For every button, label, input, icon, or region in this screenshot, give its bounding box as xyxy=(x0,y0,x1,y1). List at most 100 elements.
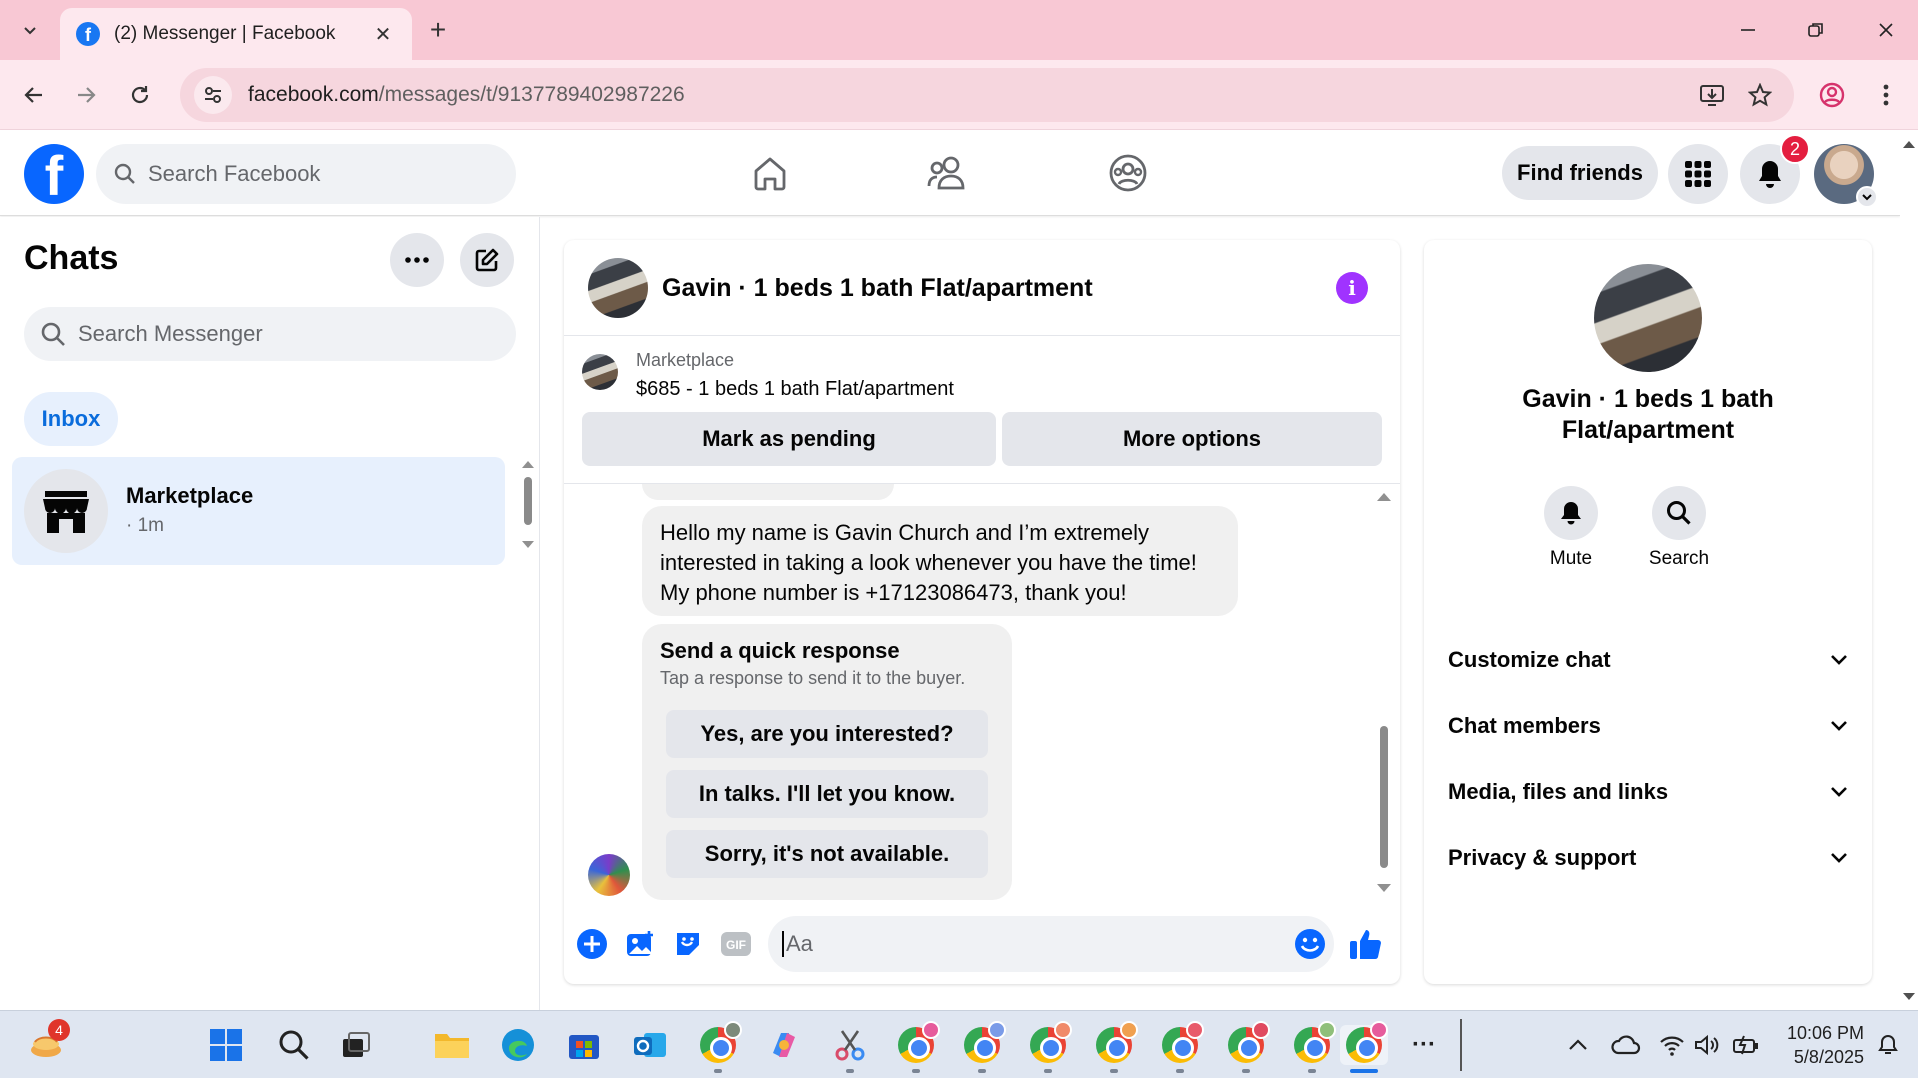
media-files-links-section[interactable]: Media, files and links xyxy=(1448,764,1848,820)
chrome-icon xyxy=(898,1021,940,1063)
inbox-filter-tab[interactable]: Inbox xyxy=(24,392,118,446)
quick-response-option[interactable]: Sorry, it's not available. xyxy=(666,830,988,878)
chrome-window-button[interactable] xyxy=(1094,1021,1138,1065)
chrome-window-button-active[interactable] xyxy=(1340,1021,1388,1065)
marketplace-avatar xyxy=(24,469,108,553)
sticker-button[interactable] xyxy=(670,926,706,962)
browser-tab-strip: f (2) Messenger | Facebook ✕ + xyxy=(0,0,1918,60)
sender-avatar[interactable] xyxy=(588,854,630,896)
copilot-button[interactable] xyxy=(764,1025,804,1065)
edge-button[interactable] xyxy=(498,1025,538,1065)
new-tab-button[interactable]: + xyxy=(420,12,456,48)
minimize-window-button[interactable] xyxy=(1726,12,1770,48)
task-view-button[interactable] xyxy=(336,1025,376,1065)
file-explorer-button[interactable] xyxy=(432,1025,472,1065)
info-panel-avatar[interactable] xyxy=(1594,264,1702,372)
chevron-down-icon xyxy=(1831,853,1847,863)
profile-icon xyxy=(1819,82,1845,108)
close-window-button[interactable] xyxy=(1864,12,1908,48)
notification-center-button[interactable] xyxy=(1868,1025,1908,1065)
new-message-button[interactable] xyxy=(460,233,514,287)
outlook-button[interactable] xyxy=(630,1025,670,1065)
conversation-avatar[interactable] xyxy=(588,258,648,318)
browser-tab-messenger[interactable]: f (2) Messenger | Facebook ✕ xyxy=(60,8,412,60)
chrome-window-button[interactable] xyxy=(962,1021,1006,1065)
onedrive-button[interactable] xyxy=(1606,1025,1646,1065)
chrome-window-button[interactable] xyxy=(1226,1021,1270,1065)
more-apps-button[interactable]: ··· xyxy=(1404,1025,1444,1065)
chrome-window-button[interactable] xyxy=(1028,1021,1072,1065)
bookmark-button[interactable] xyxy=(1738,73,1782,117)
page-scrollbar[interactable] xyxy=(1900,130,1918,1010)
account-menu-toggle[interactable] xyxy=(1856,186,1878,208)
facebook-search-input[interactable]: Search Facebook xyxy=(96,144,516,204)
messenger-search-placeholder: Search Messenger xyxy=(78,321,263,346)
chrome-window-button[interactable] xyxy=(698,1021,742,1065)
browser-menu-button[interactable] xyxy=(1864,73,1908,117)
conversation-title[interactable]: Gavin · 1 beds 1 bath Flat/apartment xyxy=(662,274,1093,303)
privacy-support-section[interactable]: Privacy & support xyxy=(1448,830,1848,886)
listing-price-line[interactable]: $685 - 1 beds 1 bath Flat/apartment xyxy=(636,378,954,401)
start-button[interactable] xyxy=(206,1025,246,1065)
chats-options-button[interactable] xyxy=(390,233,444,287)
conversation-scrollbar[interactable] xyxy=(1374,484,1394,904)
chrome-window-button[interactable] xyxy=(1160,1021,1204,1065)
browser-profile-button[interactable] xyxy=(1810,73,1854,117)
store-button[interactable] xyxy=(564,1025,604,1065)
nav-home[interactable] xyxy=(740,148,800,198)
wifi-icon xyxy=(1660,1036,1684,1056)
send-like-button[interactable] xyxy=(1348,926,1384,962)
star-icon xyxy=(1748,83,1772,107)
address-bar[interactable]: facebook.com/messages/t/9137789402987226 xyxy=(180,68,1794,122)
attach-photo-button[interactable] xyxy=(622,926,658,962)
info-icon[interactable]: i xyxy=(1336,272,1368,304)
show-hidden-icons-button[interactable] xyxy=(1558,1025,1598,1065)
reload-button[interactable] xyxy=(118,73,162,117)
nav-groups[interactable] xyxy=(1098,148,1158,198)
arrow-left-icon xyxy=(24,87,42,103)
menu-button[interactable] xyxy=(1668,144,1728,204)
forward-button[interactable] xyxy=(64,73,108,117)
section-label: Customize chat xyxy=(1448,647,1611,672)
messenger-search-input[interactable]: Search Messenger xyxy=(24,307,516,361)
more-options-button[interactable]: More options xyxy=(1002,412,1382,466)
taskbar-clock[interactable]: 10:06 PM 5/8/2025 xyxy=(1768,1021,1864,1069)
widgets-badge: 4 xyxy=(48,1019,70,1041)
chrome-window-button[interactable] xyxy=(896,1021,940,1065)
tab-search-button[interactable] xyxy=(12,12,48,48)
chrome-window-button[interactable] xyxy=(1292,1021,1336,1065)
search-in-conversation-action[interactable]: Search xyxy=(1634,486,1724,570)
nav-friends[interactable] xyxy=(918,148,978,198)
emoji-button[interactable] xyxy=(1294,928,1326,960)
sidebar-scrollbar[interactable] xyxy=(520,457,536,557)
more-actions-button[interactable] xyxy=(574,926,610,962)
listing-thumbnail[interactable] xyxy=(582,354,618,390)
quick-response-option[interactable]: In talks. I'll let you know. xyxy=(666,770,988,818)
find-friends-button[interactable]: Find friends xyxy=(1502,146,1658,200)
search-in-conversation-button[interactable] xyxy=(1652,486,1706,540)
message-input[interactable]: Aa xyxy=(768,916,1334,972)
taskbar-search-button[interactable] xyxy=(274,1025,314,1065)
gif-button[interactable]: GIF xyxy=(718,926,754,962)
running-indicator xyxy=(978,1069,986,1073)
reload-icon xyxy=(131,86,149,104)
arrow-right-icon xyxy=(78,87,96,103)
back-button[interactable] xyxy=(12,73,56,117)
close-tab-icon[interactable]: ✕ xyxy=(370,21,396,47)
mute-button[interactable] xyxy=(1544,486,1598,540)
chat-list-item-marketplace[interactable]: Marketplace · 1m xyxy=(12,457,505,565)
wifi-button[interactable] xyxy=(1652,1025,1692,1065)
mark-as-pending-button[interactable]: Mark as pending xyxy=(582,412,996,466)
customize-chat-section[interactable]: Customize chat xyxy=(1448,632,1848,688)
volume-button[interactable] xyxy=(1688,1025,1728,1065)
chrome-icon xyxy=(1030,1021,1072,1063)
site-info-button[interactable] xyxy=(194,76,232,114)
restore-window-button[interactable] xyxy=(1794,12,1838,48)
battery-button[interactable] xyxy=(1726,1025,1766,1065)
facebook-logo[interactable]: f xyxy=(24,144,84,204)
mute-action[interactable]: Mute xyxy=(1526,486,1616,570)
quick-response-option[interactable]: Yes, are you interested? xyxy=(666,710,988,758)
install-app-button[interactable] xyxy=(1690,73,1734,117)
snipping-tool-button[interactable] xyxy=(830,1025,870,1065)
chat-members-section[interactable]: Chat members xyxy=(1448,698,1848,754)
